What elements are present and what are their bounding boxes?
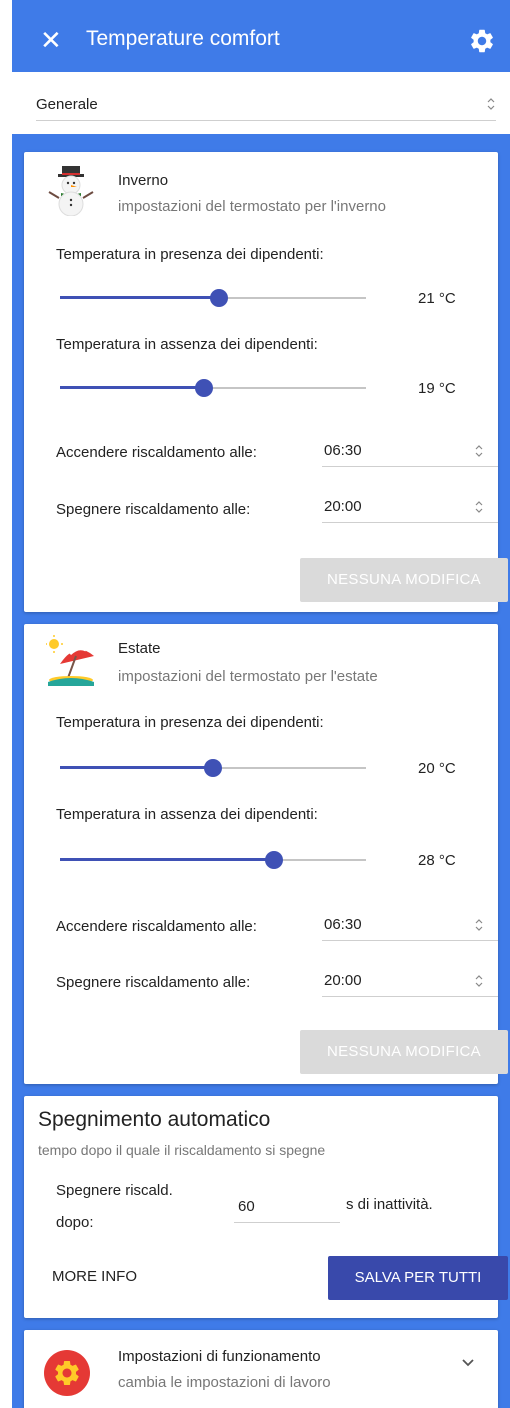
- card-subtitle: impostazioni del termostato per l'estate: [118, 668, 378, 685]
- beach-umbrella-icon: [45, 634, 96, 686]
- presence-label: Temperatura in presenza dei dipendenti:: [56, 714, 324, 731]
- heating-on-time[interactable]: 06:30: [322, 436, 498, 467]
- card-title: Inverno: [118, 172, 169, 189]
- heating-on-time[interactable]: 06:30: [322, 910, 498, 941]
- absence-value: 19 °C: [418, 380, 456, 397]
- presence-value: 21 °C: [418, 290, 456, 307]
- chevron-down-icon[interactable]: [460, 1354, 476, 1370]
- card-title: Estate: [118, 640, 161, 657]
- presence-slider[interactable]: [60, 758, 366, 778]
- no-changes-button[interactable]: NESSUNA MODIFICA: [300, 1030, 508, 1074]
- presence-slider[interactable]: [60, 288, 366, 308]
- updown-icon: [474, 973, 484, 989]
- absence-value: 28 °C: [418, 852, 456, 869]
- section-select[interactable]: Generale: [36, 88, 496, 121]
- heating-off-label: Spegnere riscaldamento alle:: [56, 501, 251, 518]
- card-subtitle: tempo dopo il quale il riscaldamento si …: [38, 1142, 326, 1158]
- close-icon[interactable]: ✕: [40, 26, 62, 54]
- no-changes-button[interactable]: NESSUNA MODIFICA: [300, 558, 508, 602]
- save-all-button[interactable]: SALVA PER TUTTI: [328, 1256, 508, 1300]
- gear-icon[interactable]: [468, 27, 496, 55]
- app-bar: ✕ Temperature comfort: [12, 8, 510, 72]
- absence-label: Temperatura in assenza dei dipendenti:: [56, 806, 318, 823]
- operation-card[interactable]: Impostazioni di funzionamento cambia le …: [24, 1330, 498, 1408]
- heating-off-value: 20:00: [324, 498, 362, 515]
- heating-off-value: 20:00: [324, 972, 362, 989]
- heating-on-value: 06:30: [324, 916, 362, 933]
- page-title: Temperature comfort: [86, 27, 280, 50]
- heating-on-value: 06:30: [324, 442, 362, 459]
- updown-icon: [474, 443, 484, 459]
- updown-icon: [474, 499, 484, 515]
- app-frame: ✕ Temperature comfort Generale Inverno i…: [12, 0, 510, 1408]
- gear-icon: [44, 1350, 90, 1396]
- slider-knob[interactable]: [194, 379, 213, 397]
- auto-off-suffix: s di inattività.: [346, 1196, 433, 1213]
- auto-off-seconds-input[interactable]: 60: [234, 1192, 340, 1223]
- card-title: Spegnimento automatico: [38, 1108, 271, 1131]
- presence-label: Temperatura in presenza dei dipendenti:: [56, 246, 324, 263]
- auto-off-label-2: dopo:: [56, 1214, 94, 1231]
- card-subtitle: impostazioni del termostato per l'invern…: [118, 198, 386, 215]
- absence-slider[interactable]: [60, 378, 366, 398]
- presence-value: 20 °C: [418, 760, 456, 777]
- absence-label: Temperatura in assenza dei dipendenti:: [56, 336, 318, 353]
- heating-off-time[interactable]: 20:00: [322, 966, 498, 997]
- card-title: Impostazioni di funzionamento: [118, 1348, 321, 1365]
- heating-off-label: Spegnere riscaldamento alle:: [56, 974, 251, 991]
- auto-off-label: Spegnere riscald.: [56, 1182, 173, 1199]
- heating-on-label: Accendere riscaldamento alle:: [56, 444, 257, 461]
- auto-off-card: Spegnimento automatico tempo dopo il qua…: [24, 1096, 508, 1318]
- heating-on-label: Accendere riscaldamento alle:: [56, 918, 257, 935]
- slider-knob[interactable]: [265, 851, 284, 869]
- card-subtitle: cambia le impostazioni di lavoro: [118, 1374, 331, 1391]
- summer-card: Estate impostazioni del termostato per l…: [24, 624, 508, 1084]
- absence-slider[interactable]: [60, 850, 366, 870]
- slider-knob[interactable]: [210, 289, 229, 307]
- winter-card: Inverno impostazioni del termostato per …: [24, 152, 508, 612]
- snowman-icon: [46, 164, 96, 217]
- slider-knob[interactable]: [204, 759, 222, 777]
- heating-off-time[interactable]: 20:00: [322, 492, 498, 523]
- section-select-bar: Generale: [12, 72, 510, 134]
- auto-off-seconds-value: 60: [238, 1198, 255, 1215]
- updown-icon: [474, 917, 484, 933]
- more-info-button[interactable]: MORE INFO: [52, 1268, 137, 1285]
- updown-icon: [486, 96, 496, 112]
- section-select-value: Generale: [36, 96, 98, 113]
